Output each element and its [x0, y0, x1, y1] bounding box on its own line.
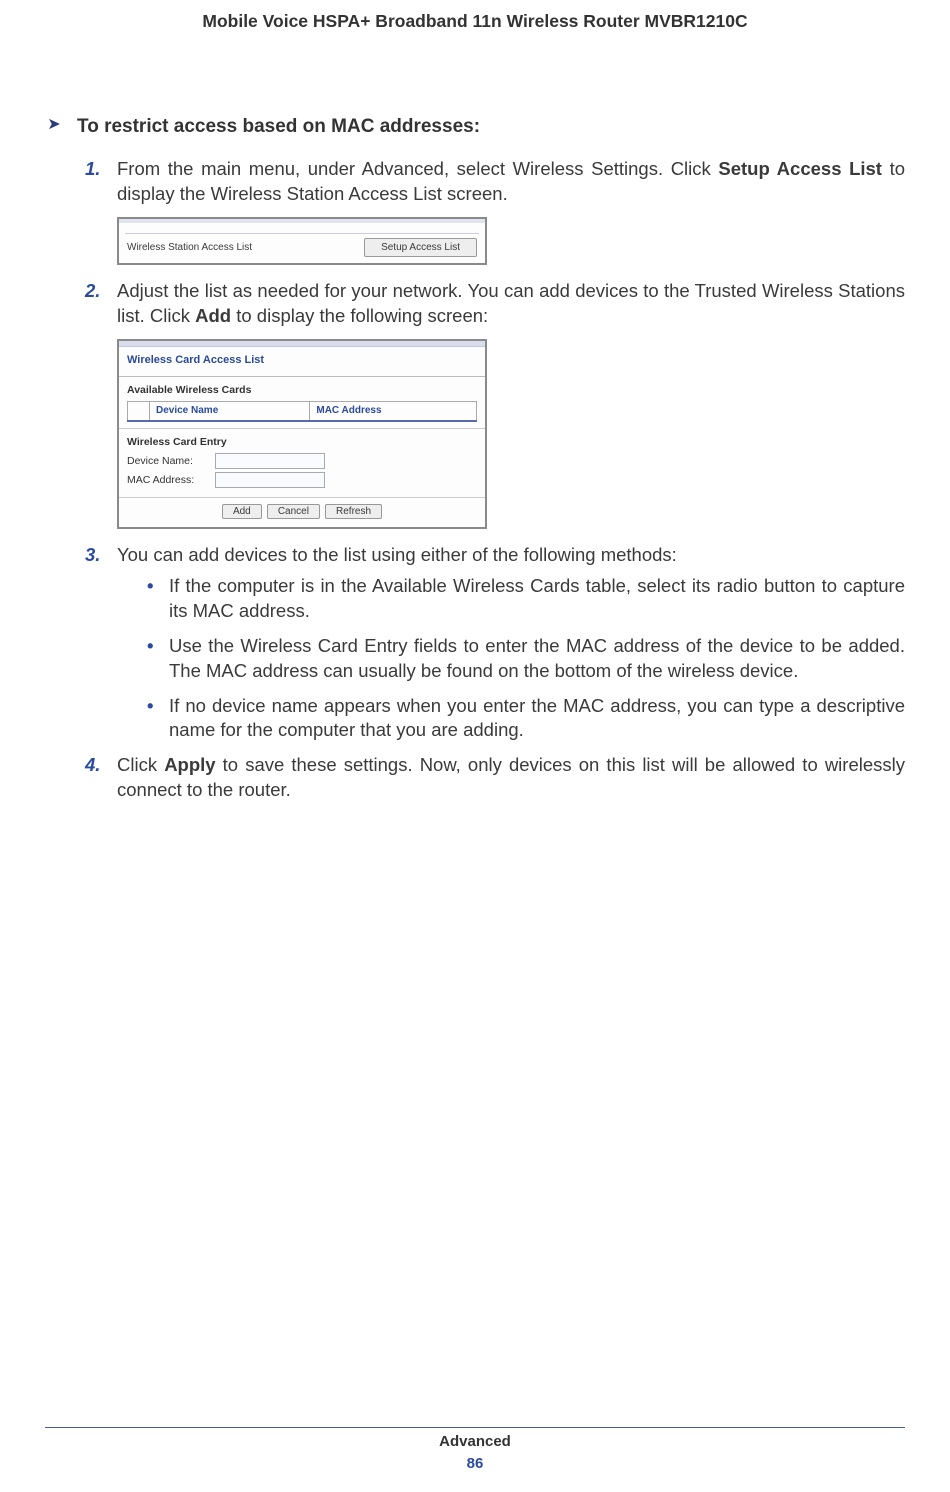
list-item: Use the Wireless Card Entry fields to en… — [147, 634, 905, 684]
device-name-header: Device Name — [150, 402, 310, 421]
step-text: From the main menu, under Advanced, sele… — [117, 158, 718, 179]
radio-col-header — [128, 402, 150, 421]
step-text: Click — [117, 754, 164, 775]
step-2: 2. Adjust the list as needed for your ne… — [85, 279, 905, 528]
mac-address-input[interactable] — [215, 472, 325, 488]
figure-label: Wireless Station Access List — [127, 241, 252, 255]
procedure-heading: ➤ To restrict access based on MAC addres… — [45, 114, 905, 140]
step-4: 4. Click Apply to save these settings. N… — [85, 753, 905, 803]
device-name-input[interactable] — [215, 453, 325, 469]
setup-access-list-button[interactable]: Setup Access List — [364, 238, 477, 258]
step-bold: Add — [195, 305, 231, 326]
step-text: to display the following screen: — [231, 305, 488, 326]
step-number: 4. — [85, 753, 100, 778]
footer-rule — [45, 1427, 905, 1428]
figure-card-access-list: Wireless Card Access List Available Wire… — [117, 339, 487, 529]
steps-list: 1. From the main menu, under Advanced, s… — [45, 157, 905, 803]
device-name-row: Device Name: — [127, 453, 477, 469]
step-text: You can add devices to the list using ei… — [117, 544, 677, 565]
arrow-right-icon: ➤ — [45, 114, 63, 136]
step-bold: Setup Access List — [718, 158, 882, 179]
content-area: ➤ To restrict access based on MAC addres… — [0, 34, 950, 804]
card-entry-section: Wireless Card Entry Device Name: MAC Add… — [119, 428, 485, 497]
step-text: to save these settings. Now, only device… — [117, 754, 905, 800]
step-number: 1. — [85, 157, 100, 182]
step-1: 1. From the main menu, under Advanced, s… — [85, 157, 905, 265]
step-3: 3. You can add devices to the list using… — [85, 543, 905, 744]
page-header: Mobile Voice HSPA+ Broadband 11n Wireles… — [0, 0, 950, 34]
cancel-button[interactable]: Cancel — [267, 504, 320, 519]
refresh-button[interactable]: Refresh — [325, 504, 382, 519]
figure-button-row: Add Cancel Refresh — [119, 497, 485, 527]
device-name-label: Device Name: — [127, 454, 207, 468]
step-bold: Apply — [164, 754, 215, 775]
figure-row: Wireless Station Access List Setup Acces… — [125, 233, 479, 260]
available-cards-section: Available Wireless Cards Device Name MAC… — [119, 377, 485, 428]
bullet-list: If the computer is in the Available Wire… — [117, 574, 905, 744]
figure-title: Wireless Card Access List — [119, 347, 485, 377]
list-item: If the computer is in the Available Wire… — [147, 574, 905, 624]
mac-address-header: MAC Address — [310, 402, 477, 421]
available-cards-table: Device Name MAC Address — [127, 401, 477, 422]
step-number: 3. — [85, 543, 100, 568]
footer-page-number: 86 — [0, 1454, 950, 1474]
step-number: 2. — [85, 279, 100, 304]
procedure-title: To restrict access based on MAC addresse… — [77, 114, 480, 140]
list-item: If no device name appears when you enter… — [147, 694, 905, 744]
section-label: Available Wireless Cards — [127, 383, 477, 397]
add-button[interactable]: Add — [222, 504, 262, 519]
section-label: Wireless Card Entry — [127, 435, 477, 449]
mac-address-row: MAC Address: — [127, 472, 477, 488]
footer-section: Advanced — [0, 1432, 950, 1452]
figure-access-list-bar: Wireless Station Access List Setup Acces… — [117, 217, 487, 265]
mac-address-label: MAC Address: — [127, 473, 207, 487]
table-header-row: Device Name MAC Address — [128, 402, 477, 421]
